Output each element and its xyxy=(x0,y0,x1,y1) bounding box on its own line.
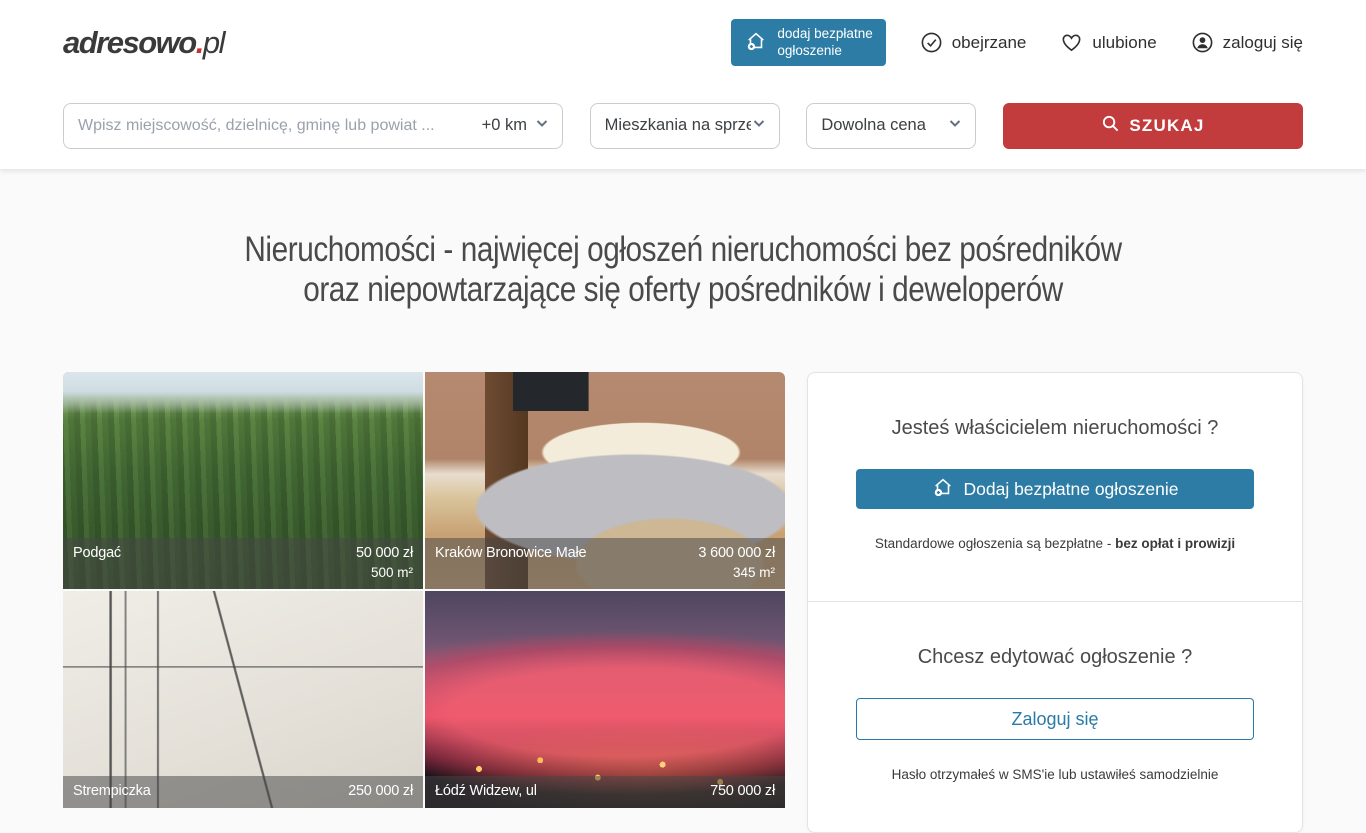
add-listing-label: dodaj bezpłatne ogłoszenie xyxy=(777,26,872,58)
house-plus-icon xyxy=(931,476,955,503)
nav-login-label: zaloguj się xyxy=(1223,33,1303,53)
listing-caption: Podgać 50 000 zł 500 m² xyxy=(63,538,423,589)
listing-price: 50 000 zł xyxy=(356,543,413,563)
nav-viewed[interactable]: obejrzane xyxy=(920,31,1027,54)
brand-tld: pl xyxy=(203,25,224,60)
listing-caption: Łódź Widzew, ul 750 000 zł xyxy=(425,776,785,808)
listing-caption: Strempiczka 250 000 zł xyxy=(63,776,423,808)
listing-card[interactable]: Łódź Widzew, ul 750 000 zł xyxy=(425,591,785,808)
header-actions: dodaj bezpłatne ogłoszenie obejrzane xyxy=(731,19,1303,65)
owner-panel: Jesteś właścicielem nieruchomości ? Doda… xyxy=(807,372,1303,833)
content-row: Podgać 50 000 zł 500 m² Kraków Bronowice… xyxy=(63,372,1303,833)
brand-dot: . xyxy=(196,25,203,60)
listing-price: 3 600 000 zł xyxy=(698,543,775,563)
edit-note: Hasło otrzymałeś w SMS'ie lub ustawiłeś … xyxy=(856,767,1254,782)
search-icon xyxy=(1101,114,1120,138)
category-value: Mieszkania na sprzedaż xyxy=(605,116,751,135)
search-bar: +0 km Mieszkania na sprzedaż Dowolna cen… xyxy=(63,85,1303,169)
add-listing-button[interactable]: dodaj bezpłatne ogłoszenie xyxy=(731,19,885,65)
login-button[interactable]: Zaloguj się xyxy=(856,698,1254,740)
listing-price: 250 000 zł xyxy=(348,781,413,801)
owner-note: Standardowe ogłoszenia są bezpłatne - be… xyxy=(856,536,1254,551)
listing-area: 345 m² xyxy=(435,563,775,582)
price-value: Dowolna cena xyxy=(821,116,926,135)
listing-area: 500 m² xyxy=(73,563,413,582)
listings-grid: Podgać 50 000 zł 500 m² Kraków Bronowice… xyxy=(63,372,785,833)
listing-card[interactable]: Podgać 50 000 zł 500 m² xyxy=(63,372,423,589)
edit-section: Chcesz edytować ogłoszenie ? Zaloguj się… xyxy=(808,601,1302,832)
nav-viewed-label: obejrzane xyxy=(952,33,1027,53)
listing-card[interactable]: Kraków Bronowice Małe 3 600 000 zł 345 m… xyxy=(425,372,785,589)
add-free-listing-button[interactable]: Dodaj bezpłatne ogłoszenie xyxy=(856,469,1254,509)
location-search-group: +0 km xyxy=(63,103,563,149)
brand-name: adresowo xyxy=(63,25,196,60)
listing-name: Strempiczka xyxy=(73,781,151,801)
heart-icon xyxy=(1060,31,1083,54)
category-select[interactable]: Mieszkania na sprzedaż xyxy=(590,103,780,149)
nav-login[interactable]: zaloguj się xyxy=(1191,31,1303,54)
nav-favorites-label: ulubione xyxy=(1092,33,1156,53)
owner-heading: Jesteś właścicielem nieruchomości ? xyxy=(856,417,1254,440)
listing-price: 750 000 zł xyxy=(710,781,775,801)
topbar: adresowo.pl dodaj bezpłatne ogłoszenie xyxy=(0,0,1366,169)
price-select[interactable]: Dowolna cena xyxy=(806,103,976,149)
radius-value: +0 km xyxy=(482,116,527,135)
chevron-down-icon xyxy=(751,115,767,136)
radius-select[interactable]: +0 km xyxy=(478,115,562,136)
search-button[interactable]: SZUKAJ xyxy=(1003,103,1303,149)
chevron-down-icon xyxy=(947,115,963,136)
chevron-down-icon xyxy=(534,115,550,136)
location-input[interactable] xyxy=(64,117,478,135)
search-button-label: SZUKAJ xyxy=(1129,116,1204,136)
brand-logo[interactable]: adresowo.pl xyxy=(63,25,224,61)
main-content: Nieruchomości - najwięcej ogłoszeń nieru… xyxy=(0,230,1366,833)
listing-name: Łódź Widzew, ul xyxy=(435,781,537,801)
nav-favorites[interactable]: ulubione xyxy=(1060,31,1156,54)
owner-section: Jesteś właścicielem nieruchomości ? Doda… xyxy=(808,373,1302,601)
user-circle-icon xyxy=(1191,31,1214,54)
header: adresowo.pl dodaj bezpłatne ogłoszenie xyxy=(63,0,1303,85)
edit-heading: Chcesz edytować ogłoszenie ? xyxy=(856,646,1254,669)
listing-name: Kraków Bronowice Małe xyxy=(435,543,586,563)
listing-card[interactable]: Strempiczka 250 000 zł xyxy=(63,591,423,808)
check-circle-icon xyxy=(920,31,943,54)
add-free-listing-label: Dodaj bezpłatne ogłoszenie xyxy=(963,479,1178,500)
listing-name: Podgać xyxy=(73,543,121,563)
house-plus-icon xyxy=(744,30,768,55)
login-button-label: Zaloguj się xyxy=(1011,709,1098,730)
page-title: Nieruchomości - najwięcej ogłoszeń nieru… xyxy=(102,230,1263,310)
listing-caption: Kraków Bronowice Małe 3 600 000 zł 345 m… xyxy=(425,538,785,589)
